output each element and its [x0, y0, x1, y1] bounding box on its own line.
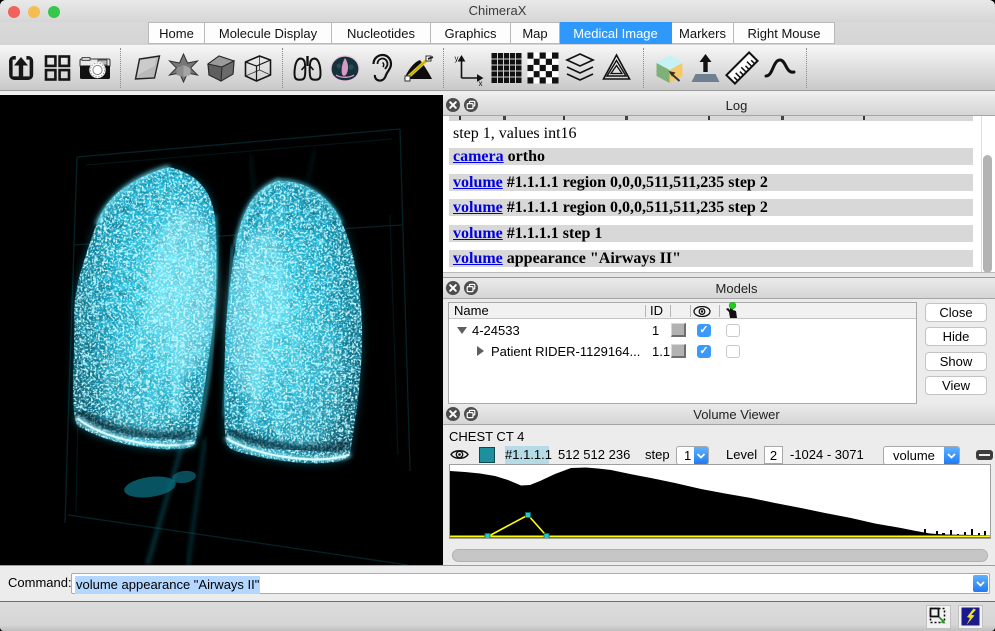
svg-text:y: y — [455, 54, 459, 63]
svg-text:x: x — [479, 79, 483, 88]
